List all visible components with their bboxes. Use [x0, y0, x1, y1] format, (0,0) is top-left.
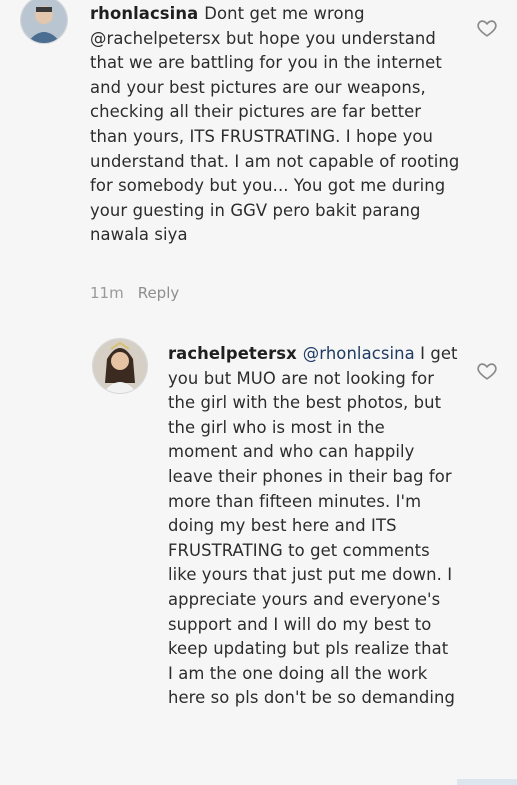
reply-button[interactable]: Reply	[138, 284, 180, 302]
comment-username[interactable]: rachelpetersx	[168, 344, 297, 363]
comment-text: rhonlacsina Dont get me wrong @rachelpete…	[90, 2, 460, 248]
scroll-edge-strip	[457, 779, 517, 785]
comment-body: Dont get me wrong @rachelpetersx but hop…	[90, 4, 460, 245]
comment-username[interactable]: rhonlacsina	[90, 4, 198, 23]
mention-link[interactable]: @rhonlacsina	[303, 344, 415, 363]
comment-meta: 11m Reply	[90, 284, 179, 302]
like-heart-icon[interactable]	[476, 17, 498, 39]
user-avatar-image	[21, 0, 67, 43]
comment-timestamp: 11m	[90, 284, 124, 302]
user-avatar-image	[93, 339, 147, 393]
avatar-rhonlacsina[interactable]	[20, 0, 68, 44]
avatar-rachelpetersx[interactable]	[92, 338, 148, 394]
like-heart-icon[interactable]	[476, 360, 498, 382]
comment-text: rachelpetersx @rhonlacsina I get you but …	[168, 342, 458, 711]
comment-body: I get you but MUO are not looking for th…	[168, 344, 458, 708]
